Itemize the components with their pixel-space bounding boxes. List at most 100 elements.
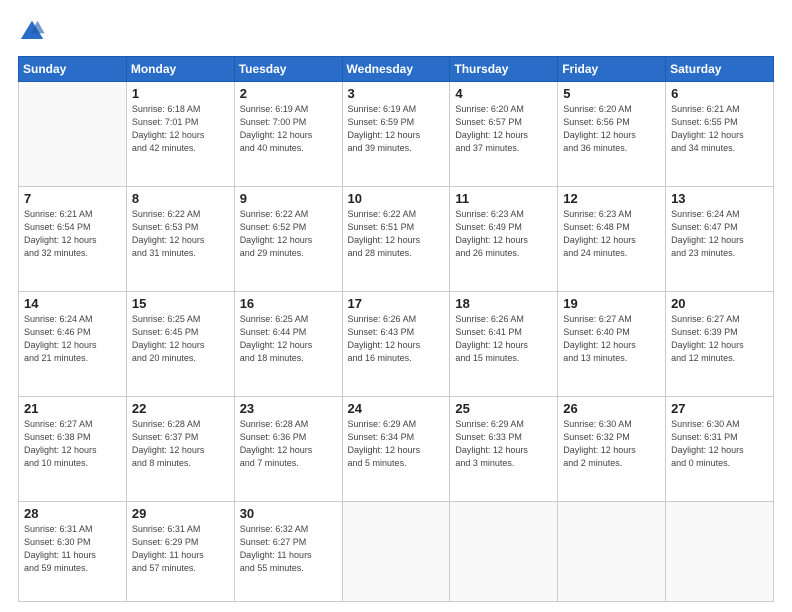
calendar-cell: 6 Sunrise: 6:21 AM Sunset: 6:55 PM Daylig… [666,82,774,187]
calendar-cell: 16Sunrise: 6:25 AM Sunset: 6:44 PM Dayli… [234,291,342,396]
logo [18,18,50,46]
calendar-cell: 10 Sunrise: 6:22 AM Sunset: 6:51 PM Dayli… [342,186,450,291]
weekday-thursday: Thursday [450,57,558,82]
cell-text: Sunrise: 6:30 AM Sunset: 6:31 PM Dayligh… [671,418,768,470]
calendar-cell: 8Sunrise: 6:22 AM Sunset: 6:53 PM Daylig… [126,186,234,291]
calendar-cell: 5 Sunrise: 6:20 AM Sunset: 6:56 PM Daylig… [558,82,666,187]
cell-text: Sunrise: 6:21 AM Sunset: 6:55 PM Dayligh… [671,103,768,155]
calendar-cell: 4 Sunrise: 6:20 AM Sunset: 6:57 PM Daylig… [450,82,558,187]
day-number: 10 [348,191,445,206]
cell-text: Sunrise: 6:30 AM Sunset: 6:32 PM Dayligh… [563,418,660,470]
cell-text: Sunrise: 6:29 AM Sunset: 6:34 PM Dayligh… [348,418,445,470]
day-number: 18 [455,296,552,311]
day-number: 17 [348,296,445,311]
calendar-cell: 25Sunrise: 6:29 AM Sunset: 6:33 PM Dayli… [450,396,558,501]
cell-text: Sunrise: 6:27 AM Sunset: 6:39 PM Dayligh… [671,313,768,365]
calendar-row-0: 1 Sunrise: 6:18 AM Sunset: 7:01 PM Daylig… [19,82,774,187]
calendar-cell: 30 Sunrise: 6:32 AM Sunset: 6:27 PM Dayli… [234,501,342,601]
calendar-row-3: 21Sunrise: 6:27 AM Sunset: 6:38 PM Dayli… [19,396,774,501]
page: SundayMondayTuesdayWednesdayThursdayFrid… [0,0,792,612]
cell-text: Sunrise: 6:23 AM Sunset: 6:48 PM Dayligh… [563,208,660,260]
calendar-cell: 12 Sunrise: 6:23 AM Sunset: 6:48 PM Dayli… [558,186,666,291]
weekday-monday: Monday [126,57,234,82]
cell-text: Sunrise: 6:24 AM Sunset: 6:46 PM Dayligh… [24,313,121,365]
header [18,18,774,46]
calendar-cell [558,501,666,601]
weekday-wednesday: Wednesday [342,57,450,82]
day-number: 26 [563,401,660,416]
day-number: 23 [240,401,337,416]
cell-text: Sunrise: 6:27 AM Sunset: 6:38 PM Dayligh… [24,418,121,470]
calendar-cell: 13 Sunrise: 6:24 AM Sunset: 6:47 PM Dayli… [666,186,774,291]
cell-text: Sunrise: 6:25 AM Sunset: 6:44 PM Dayligh… [240,313,337,365]
calendar-cell: 3Sunrise: 6:19 AM Sunset: 6:59 PM Daylig… [342,82,450,187]
cell-text: Sunrise: 6:26 AM Sunset: 6:41 PM Dayligh… [455,313,552,365]
calendar-cell: 7 Sunrise: 6:21 AM Sunset: 6:54 PM Daylig… [19,186,127,291]
calendar-cell: 18 Sunrise: 6:26 AM Sunset: 6:41 PM Dayli… [450,291,558,396]
cell-text: Sunrise: 6:20 AM Sunset: 6:57 PM Dayligh… [455,103,552,155]
cell-text: Sunrise: 6:20 AM Sunset: 6:56 PM Dayligh… [563,103,660,155]
cell-text: Sunrise: 6:28 AM Sunset: 6:37 PM Dayligh… [132,418,229,470]
calendar-row-4: 28 Sunrise: 6:31 AM Sunset: 6:30 PM Dayli… [19,501,774,601]
day-number: 14 [24,296,121,311]
day-number: 25 [455,401,552,416]
cell-text: Sunrise: 6:31 AM Sunset: 6:29 PM Dayligh… [132,523,229,575]
calendar-cell: 14 Sunrise: 6:24 AM Sunset: 6:46 PM Dayli… [19,291,127,396]
cell-text: Sunrise: 6:24 AM Sunset: 6:47 PM Dayligh… [671,208,768,260]
day-number: 9 [240,191,337,206]
day-number: 27 [671,401,768,416]
calendar-cell: 2 Sunrise: 6:19 AM Sunset: 7:00 PM Daylig… [234,82,342,187]
logo-icon [18,18,46,46]
weekday-sunday: Sunday [19,57,127,82]
weekday-friday: Friday [558,57,666,82]
day-number: 19 [563,296,660,311]
cell-text: Sunrise: 6:32 AM Sunset: 6:27 PM Dayligh… [240,523,337,575]
calendar-cell: 23 Sunrise: 6:28 AM Sunset: 6:36 PM Dayli… [234,396,342,501]
day-number: 30 [240,506,337,521]
calendar-cell: 20 Sunrise: 6:27 AM Sunset: 6:39 PM Dayli… [666,291,774,396]
weekday-saturday: Saturday [666,57,774,82]
calendar-row-2: 14 Sunrise: 6:24 AM Sunset: 6:46 PM Dayli… [19,291,774,396]
calendar-cell: 1 Sunrise: 6:18 AM Sunset: 7:01 PM Daylig… [126,82,234,187]
cell-text: Sunrise: 6:25 AM Sunset: 6:45 PM Dayligh… [132,313,229,365]
calendar-body: 1 Sunrise: 6:18 AM Sunset: 7:01 PM Daylig… [19,82,774,602]
calendar-cell: 19 Sunrise: 6:27 AM Sunset: 6:40 PM Dayli… [558,291,666,396]
cell-text: Sunrise: 6:27 AM Sunset: 6:40 PM Dayligh… [563,313,660,365]
cell-text: Sunrise: 6:31 AM Sunset: 6:30 PM Dayligh… [24,523,121,575]
cell-text: Sunrise: 6:18 AM Sunset: 7:01 PM Dayligh… [132,103,229,155]
calendar-cell: 22Sunrise: 6:28 AM Sunset: 6:37 PM Dayli… [126,396,234,501]
day-number: 1 [132,86,229,101]
cell-text: Sunrise: 6:21 AM Sunset: 6:54 PM Dayligh… [24,208,121,260]
calendar-cell: 15 Sunrise: 6:25 AM Sunset: 6:45 PM Dayli… [126,291,234,396]
calendar-cell [342,501,450,601]
cell-text: Sunrise: 6:28 AM Sunset: 6:36 PM Dayligh… [240,418,337,470]
cell-text: Sunrise: 6:19 AM Sunset: 7:00 PM Dayligh… [240,103,337,155]
day-number: 2 [240,86,337,101]
calendar-cell: 21Sunrise: 6:27 AM Sunset: 6:38 PM Dayli… [19,396,127,501]
calendar-cell: 28 Sunrise: 6:31 AM Sunset: 6:30 PM Dayli… [19,501,127,601]
day-number: 12 [563,191,660,206]
cell-text: Sunrise: 6:23 AM Sunset: 6:49 PM Dayligh… [455,208,552,260]
cell-text: Sunrise: 6:22 AM Sunset: 6:51 PM Dayligh… [348,208,445,260]
day-number: 5 [563,86,660,101]
day-number: 20 [671,296,768,311]
day-number: 4 [455,86,552,101]
weekday-tuesday: Tuesday [234,57,342,82]
day-number: 3 [348,86,445,101]
weekday-header: SundayMondayTuesdayWednesdayThursdayFrid… [19,57,774,82]
day-number: 11 [455,191,552,206]
calendar-cell: 11 Sunrise: 6:23 AM Sunset: 6:49 PM Dayli… [450,186,558,291]
calendar-cell: 9Sunrise: 6:22 AM Sunset: 6:52 PM Daylig… [234,186,342,291]
calendar-cell: 24 Sunrise: 6:29 AM Sunset: 6:34 PM Dayli… [342,396,450,501]
day-number: 15 [132,296,229,311]
calendar-cell: 26 Sunrise: 6:30 AM Sunset: 6:32 PM Dayli… [558,396,666,501]
day-number: 6 [671,86,768,101]
day-number: 7 [24,191,121,206]
cell-text: Sunrise: 6:26 AM Sunset: 6:43 PM Dayligh… [348,313,445,365]
cell-text: Sunrise: 6:22 AM Sunset: 6:53 PM Dayligh… [132,208,229,260]
day-number: 28 [24,506,121,521]
day-number: 29 [132,506,229,521]
day-number: 13 [671,191,768,206]
day-number: 24 [348,401,445,416]
calendar-cell: 29 Sunrise: 6:31 AM Sunset: 6:29 PM Dayli… [126,501,234,601]
